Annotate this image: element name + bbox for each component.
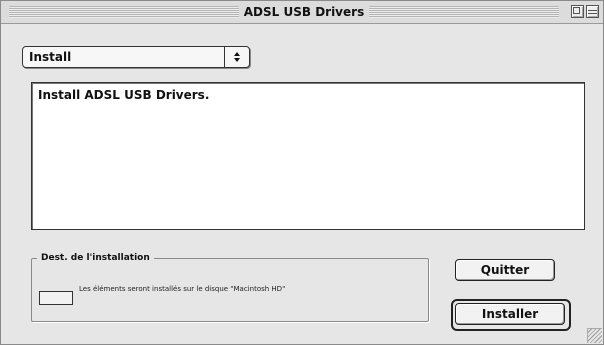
resize-grow-box-icon[interactable] [587, 328, 602, 343]
title-bar-stripes-right [369, 6, 559, 18]
popup-arrows-icon [224, 47, 249, 67]
install-mode-selected: Install [29, 50, 72, 64]
installer-window: ADSL USB Drivers Install Install ADSL US… [0, 0, 604, 345]
collapse-box-icon[interactable] [586, 5, 599, 18]
description-text: Install ADSL USB Drivers. [38, 88, 210, 102]
destination-message: Les éléments seront installés sur le dis… [79, 285, 286, 293]
title-bar-stripes-left [9, 6, 239, 18]
disk-icon [39, 291, 73, 305]
zoom-box-icon[interactable] [571, 5, 584, 18]
quit-button[interactable]: Quitter [455, 259, 555, 281]
install-mode-popup[interactable]: Install [22, 46, 250, 68]
destination-legend: Dest. de l'installation [37, 251, 154, 265]
title-bar[interactable]: ADSL USB Drivers [1, 1, 603, 24]
window-title: ADSL USB Drivers [241, 4, 367, 20]
install-button[interactable]: Installer [455, 303, 565, 325]
description-text-area[interactable]: Install ADSL USB Drivers. [31, 82, 585, 230]
